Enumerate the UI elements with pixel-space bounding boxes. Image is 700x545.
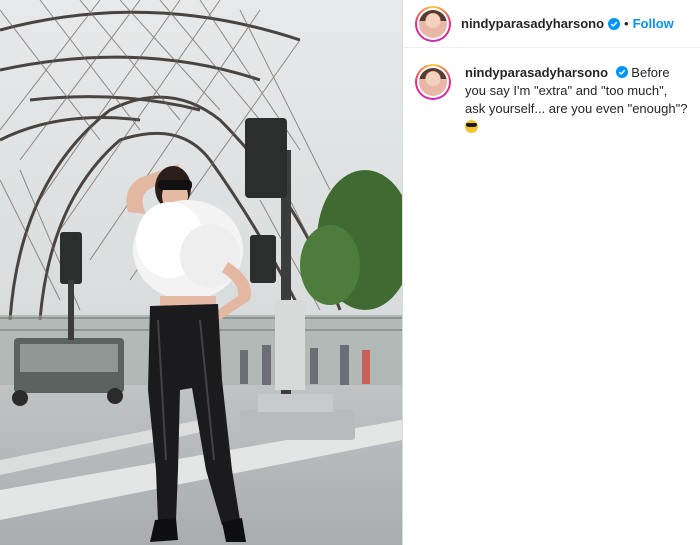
caption-avatar[interactable]: [415, 64, 451, 100]
verified-badge-icon: [608, 17, 621, 30]
post-header: nindyparasadyharsono • Follow: [403, 0, 700, 48]
avatar-image: [419, 68, 447, 96]
caption-text-block: nindyparasadyharsono Before you say I'm …: [465, 64, 688, 136]
sunglasses-emoji-icon: [465, 120, 478, 133]
caption-username[interactable]: nindyparasadyharsono: [465, 65, 608, 80]
author-avatar[interactable]: [415, 5, 451, 42]
post-side-panel: nindyparasadyharsono • Follow nindyparas…: [402, 0, 700, 545]
separator-dot: •: [624, 16, 629, 31]
photo-scene: [0, 0, 402, 545]
author-username[interactable]: nindyparasadyharsono: [461, 16, 604, 31]
post-caption: nindyparasadyharsono Before you say I'm …: [403, 48, 700, 136]
verified-badge-icon: [615, 66, 628, 78]
follow-button[interactable]: Follow: [633, 16, 674, 31]
post-photo[interactable]: [0, 0, 402, 545]
avatar-image: [419, 9, 447, 38]
